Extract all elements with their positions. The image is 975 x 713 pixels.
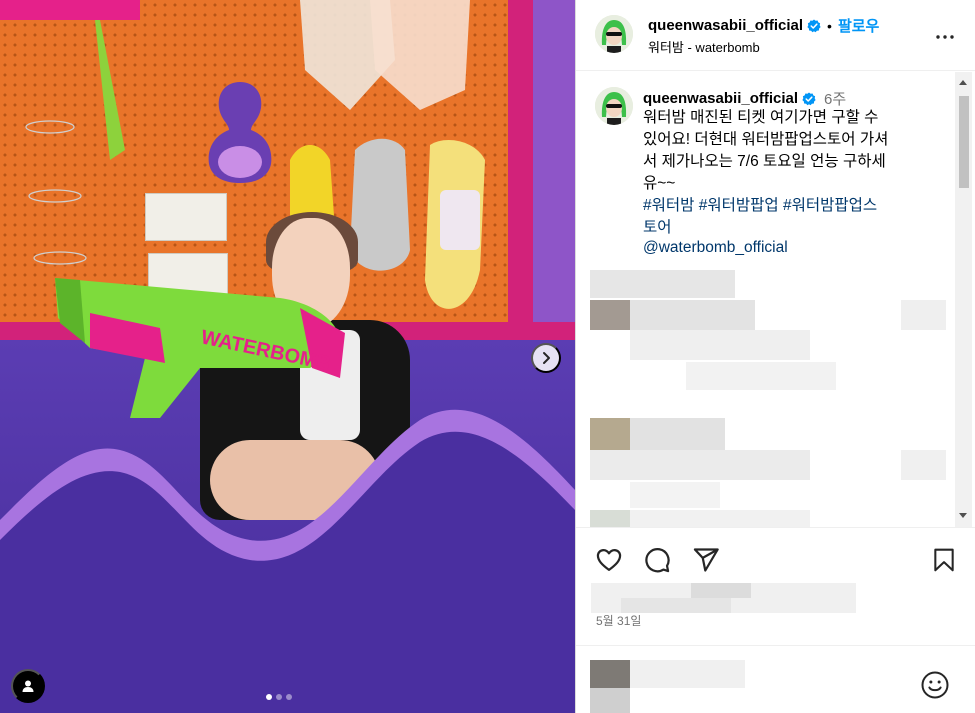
comment-button[interactable] (643, 546, 671, 579)
hashtag-link[interactable]: #워터밤팝업 (699, 197, 779, 214)
blurred-avatar (590, 660, 630, 688)
like-button[interactable] (595, 546, 623, 579)
comments-scrollbar[interactable] (955, 72, 972, 527)
carousel-indicator (266, 694, 292, 700)
verified-badge-icon (802, 92, 816, 105)
blurred-avatar (590, 688, 630, 713)
author-username[interactable]: queenwasabii_official (648, 17, 803, 34)
comments-section[interactable]: queenwasabii_official 6주 워터밤 매진된 티켓 여기가면… (576, 72, 975, 527)
share-paper-plane-icon (693, 548, 719, 572)
add-comment-bar[interactable] (576, 645, 975, 713)
emoji-button[interactable] (920, 670, 950, 705)
scroll-down-arrow-icon[interactable] (959, 513, 967, 518)
avatar[interactable] (595, 87, 633, 125)
verified-badge-icon (807, 19, 821, 32)
carousel-dot (286, 694, 292, 700)
separator-dot: • (827, 17, 832, 34)
blurred-comment-input (630, 660, 745, 688)
user-tags-button[interactable] (11, 669, 45, 703)
hashtag-link[interactable]: #워터밤 (643, 197, 694, 214)
save-button[interactable] (931, 546, 957, 579)
emoji-smiley-icon (921, 671, 949, 699)
likes-count-blurred (591, 583, 856, 613)
post-media[interactable]: WATERBOMB (0, 0, 575, 713)
caption-username[interactable]: queenwasabii_official (643, 90, 798, 107)
chevron-right-icon (543, 352, 550, 364)
post-date[interactable]: 5월 31일 (596, 612, 641, 629)
more-options-button[interactable] (933, 25, 957, 54)
comment-bubble-icon (645, 548, 670, 573)
hashtag-link[interactable]: #워터밤팝업스 (783, 197, 877, 214)
user-tag-icon (22, 680, 34, 692)
carousel-next-button[interactable] (531, 343, 561, 373)
more-options-icon (936, 35, 954, 39)
share-button[interactable] (692, 546, 720, 579)
purple-wave-sculpture (0, 409, 575, 713)
avatar[interactable] (595, 15, 633, 53)
bookmark-icon (934, 548, 954, 572)
caption-text: 워터밤 매진된 티켓 여기가면 구할 수 있어요! 더현대 워터밤팝업스토어 가… (643, 109, 889, 192)
mention-link[interactable]: @waterbomb_official (643, 239, 788, 257)
follow-button[interactable]: 팔로우 (838, 15, 879, 36)
avatar-image (595, 87, 633, 125)
post-header: queenwasabii_official • 팔로우 워터밤 - waterb… (576, 0, 975, 71)
avatar-image (595, 15, 633, 53)
scrollbar-thumb[interactable] (959, 96, 969, 188)
location-label[interactable]: 워터밤 - waterbomb (648, 37, 760, 56)
hashtags: #워터밤 #워터밤팝업 #워터밤팝업스 토어 (643, 195, 943, 239)
post-details-panel: queenwasabii_official • 팔로우 워터밤 - waterb… (575, 0, 975, 713)
scroll-up-arrow-icon[interactable] (959, 80, 967, 85)
carousel-dot (276, 694, 282, 700)
post-time-ago[interactable]: 6주 (824, 88, 846, 109)
heart-icon (596, 548, 622, 572)
carousel-dot (266, 694, 272, 700)
hashtag-link[interactable]: 토어 (643, 219, 672, 236)
